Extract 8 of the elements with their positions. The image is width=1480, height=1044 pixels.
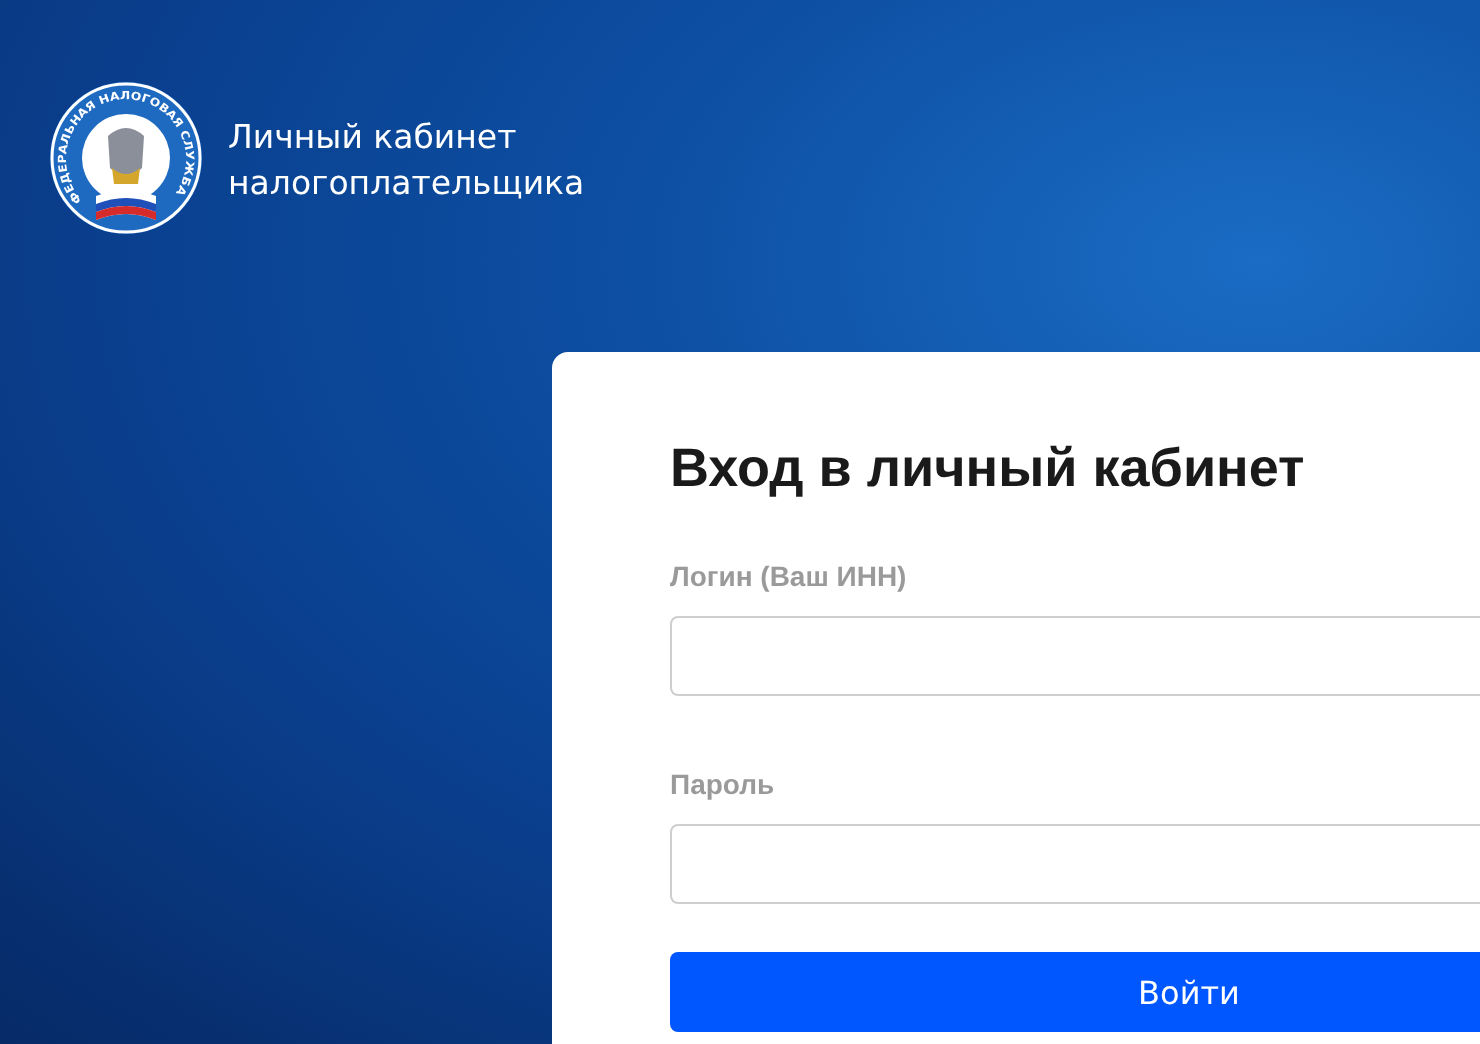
cabinet-title: Личный кабинет bbox=[228, 116, 519, 160]
input-field[interactable] bbox=[670, 824, 1480, 904]
input-field[interactable] bbox=[670, 616, 1480, 696]
field-label: Пароль bbox=[670, 768, 777, 800]
login-button[interactable]: Войти bbox=[670, 952, 1480, 1032]
login-heading: Вход в личный кабинет bbox=[670, 436, 1307, 500]
field-label: Логин (Ваш ИНН) bbox=[670, 560, 909, 592]
cabinet-title: налогоплательщика bbox=[228, 162, 585, 206]
